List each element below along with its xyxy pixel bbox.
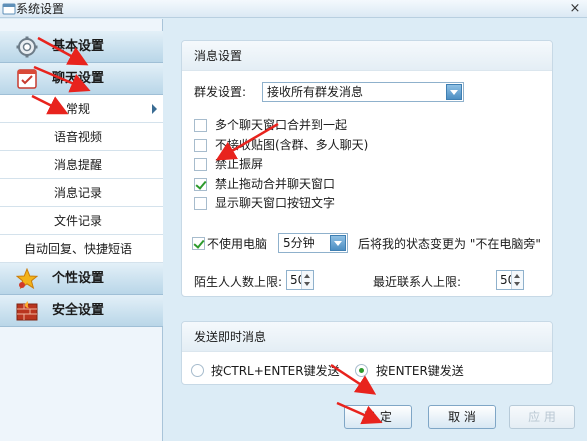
sidebar-item-label: 消息记录: [53, 186, 102, 200]
chevron-down-icon[interactable]: [330, 235, 346, 251]
sidebar-item-voice-video[interactable]: 语音视频: [0, 123, 163, 151]
show-button-text-label: 显示聊天窗口按钮文字: [215, 196, 336, 210]
group-title: 发送即时消息: [194, 330, 267, 344]
star-icon: [16, 268, 38, 290]
close-button[interactable]: ×: [567, 1, 583, 17]
group-header: 消息设置: [182, 41, 552, 71]
sidebar-item-message-alert[interactable]: 消息提醒: [0, 151, 163, 179]
sidebar-item-label: 消息提醒: [53, 158, 102, 172]
send-settings-group: 发送即时消息 按CTRL+ENTER键发送 按ENTER键发送: [181, 321, 553, 385]
window-title: 系统设置: [16, 2, 65, 16]
away-checkbox[interactable]: [192, 237, 205, 250]
sidebar-category-security[interactable]: 安全设置: [0, 295, 163, 327]
no-drag-merge-checkbox[interactable]: [194, 178, 207, 191]
no-shake-checkbox[interactable]: [194, 158, 207, 171]
away-label: 不使用电脑: [207, 237, 268, 251]
mass-send-select[interactable]: 接收所有群发消息: [262, 82, 464, 102]
firewall-icon: [16, 301, 38, 321]
sidebar-item-message-history[interactable]: 消息记录: [0, 179, 163, 207]
title-bar: 系统设置 ×: [0, 0, 587, 18]
recent-limit-label: 最近联系人上限:: [373, 275, 462, 289]
sidebar-category-chat[interactable]: 聊天设置: [0, 63, 163, 95]
no-stickers-checkbox[interactable]: [194, 139, 207, 152]
app-icon: [2, 3, 16, 15]
group-header: 发送即时消息: [182, 322, 552, 352]
away-suffix-label: 后将我的状态变更为 "不在电脑旁": [358, 237, 541, 251]
sidebar: 基本设置 聊天设置 常规 语音视频 消息提醒 消息记录 文件记录 自动回复、快捷…: [0, 19, 163, 441]
no-shake-label: 禁止振屏: [215, 157, 264, 171]
sidebar-category-label: 安全设置: [52, 303, 105, 318]
group-title: 消息设置: [194, 49, 243, 63]
settings-content: 消息设置 群发设置: 接收所有群发消息 多个聊天窗口合并到一起 不接收贴图(含群…: [164, 19, 587, 441]
recent-limit-input[interactable]: 50: [496, 270, 524, 290]
sidebar-item-label: 自动回复、快捷短语: [23, 242, 132, 256]
ctrl-enter-radio[interactable]: [191, 364, 204, 377]
mass-send-value: 接收所有群发消息: [267, 85, 364, 99]
chevron-down-icon[interactable]: [446, 84, 462, 100]
sidebar-category-basic[interactable]: 基本设置: [0, 31, 163, 63]
stranger-limit-label: 陌生人人数上限:: [194, 275, 283, 289]
stranger-limit-input[interactable]: 50: [286, 270, 314, 290]
sidebar-category-label: 基本设置: [52, 39, 105, 54]
no-drag-merge-label: 禁止拖动合并聊天窗口: [215, 177, 336, 191]
show-button-text-checkbox[interactable]: [194, 197, 207, 210]
message-settings-group: 消息设置 群发设置: 接收所有群发消息 多个聊天窗口合并到一起 不接收贴图(含群…: [181, 40, 553, 297]
apply-button[interactable]: 应 用: [509, 405, 575, 429]
merge-windows-checkbox[interactable]: [194, 119, 207, 132]
ctrl-enter-label: 按CTRL+ENTER键发送: [211, 364, 340, 378]
cancel-button[interactable]: 取 消: [428, 405, 496, 429]
away-minutes-select[interactable]: 5分钟: [278, 233, 348, 253]
spin-arrows-icon[interactable]: [301, 271, 313, 289]
enter-label: 按ENTER键发送: [376, 364, 464, 378]
sidebar-category-label: 聊天设置: [52, 71, 105, 86]
sidebar-item-file-history[interactable]: 文件记录: [0, 207, 163, 235]
spin-arrows-icon[interactable]: [511, 271, 523, 289]
sidebar-item-label: 常规: [65, 102, 90, 116]
mass-send-label: 群发设置:: [194, 85, 247, 99]
away-minutes-value: 5分钟: [283, 236, 315, 250]
sidebar-item-label: 文件记录: [53, 214, 102, 228]
merge-windows-label: 多个聊天窗口合并到一起: [215, 118, 348, 132]
chat-settings-icon: [17, 69, 37, 89]
enter-radio[interactable]: [355, 364, 368, 377]
ok-button[interactable]: 确 定: [344, 405, 412, 429]
sidebar-category-personal[interactable]: 个性设置: [0, 263, 163, 295]
sidebar-item-auto-reply[interactable]: 自动回复、快捷短语: [0, 235, 163, 263]
chevron-right-icon: [152, 104, 157, 114]
gear-icon: [16, 36, 38, 58]
sidebar-category-label: 个性设置: [52, 271, 105, 286]
no-stickers-label: 不接收贴图(含群、多人聊天): [215, 138, 369, 152]
sidebar-item-label: 语音视频: [53, 130, 102, 144]
sidebar-item-general[interactable]: 常规: [0, 95, 163, 123]
